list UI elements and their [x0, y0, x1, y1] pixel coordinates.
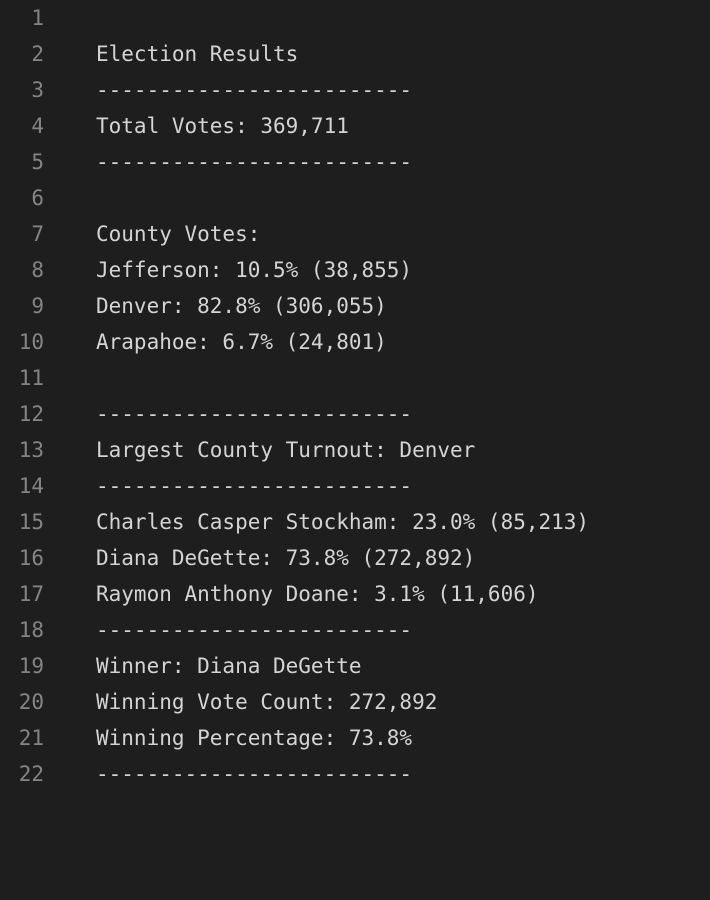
- editor-line[interactable]: 8 Jefferson: 10.5% (38,855): [0, 252, 710, 288]
- line-number: 15: [18, 510, 44, 534]
- line-text: Winner: Diana DeGette: [96, 654, 362, 678]
- line-text: Jefferson: 10.5% (38,855): [96, 258, 413, 282]
- line-text: -------------------------: [96, 402, 413, 426]
- line-text: -------------------------: [96, 474, 413, 498]
- editor-line[interactable]: 15 Charles Casper Stockham: 23.0% (85,21…: [0, 504, 710, 540]
- editor-line[interactable]: 17 Raymon Anthony Doane: 3.1% (11,606): [0, 576, 710, 612]
- line-number: 17: [18, 582, 44, 606]
- line-text: Total Votes: 369,711: [96, 114, 349, 138]
- line-number: 22: [18, 762, 44, 786]
- line-number: 1: [31, 6, 44, 30]
- line-text: Denver: 82.8% (306,055): [96, 294, 387, 318]
- line-number: 21: [18, 726, 44, 750]
- line-text: -------------------------: [96, 618, 413, 642]
- line-text: -------------------------: [96, 78, 413, 102]
- line-text: County Votes:: [96, 222, 261, 246]
- editor-line[interactable]: 19 Winner: Diana DeGette: [0, 648, 710, 684]
- line-number: 9: [31, 294, 44, 318]
- editor-line[interactable]: 6: [0, 180, 710, 216]
- line-text: Winning Vote Count: 272,892: [96, 690, 438, 714]
- editor-line[interactable]: 10 Arapahoe: 6.7% (24,801): [0, 324, 710, 360]
- editor-line[interactable]: 16 Diana DeGette: 73.8% (272,892): [0, 540, 710, 576]
- line-text: Largest County Turnout: Denver: [96, 438, 476, 462]
- editor-line[interactable]: 1: [0, 0, 710, 36]
- line-text: -------------------------: [96, 150, 413, 174]
- line-number: 12: [18, 402, 44, 426]
- editor-line[interactable]: 11: [0, 360, 710, 396]
- line-number: 10: [18, 330, 44, 354]
- line-number: 13: [18, 438, 44, 462]
- line-text: Winning Percentage: 73.8%: [96, 726, 413, 750]
- editor-line[interactable]: 2 Election Results: [0, 36, 710, 72]
- line-text: -------------------------: [96, 762, 413, 786]
- line-text: Election Results: [96, 42, 299, 66]
- line-number: 7: [31, 222, 44, 246]
- line-number: 11: [18, 366, 44, 390]
- text-editor[interactable]: 1 2 Election Results 3 -----------------…: [0, 0, 710, 792]
- line-number: 3: [31, 78, 44, 102]
- editor-line[interactable]: 7 County Votes:: [0, 216, 710, 252]
- editor-line[interactable]: 21 Winning Percentage: 73.8%: [0, 720, 710, 756]
- editor-line[interactable]: 4 Total Votes: 369,711: [0, 108, 710, 144]
- line-number: 4: [31, 114, 44, 138]
- editor-line[interactable]: 12 -------------------------: [0, 396, 710, 432]
- line-text: Raymon Anthony Doane: 3.1% (11,606): [96, 582, 539, 606]
- editor-line[interactable]: 20 Winning Vote Count: 272,892: [0, 684, 710, 720]
- line-number: 18: [18, 618, 44, 642]
- editor-line[interactable]: 9 Denver: 82.8% (306,055): [0, 288, 710, 324]
- editor-line[interactable]: 22 -------------------------: [0, 756, 710, 792]
- editor-line[interactable]: 3 -------------------------: [0, 72, 710, 108]
- editor-line[interactable]: 18 -------------------------: [0, 612, 710, 648]
- line-number: 14: [18, 474, 44, 498]
- line-number: 2: [31, 42, 44, 66]
- line-number: 5: [31, 150, 44, 174]
- line-text: Arapahoe: 6.7% (24,801): [96, 330, 387, 354]
- line-number: 6: [31, 186, 44, 210]
- editor-line[interactable]: 5 -------------------------: [0, 144, 710, 180]
- line-number: 20: [18, 690, 44, 714]
- line-text: Diana DeGette: 73.8% (272,892): [96, 546, 476, 570]
- line-number: 19: [18, 654, 44, 678]
- editor-line[interactable]: 14 -------------------------: [0, 468, 710, 504]
- editor-line[interactable]: 13 Largest County Turnout: Denver: [0, 432, 710, 468]
- line-number: 16: [18, 546, 44, 570]
- line-number: 8: [31, 258, 44, 282]
- line-text: Charles Casper Stockham: 23.0% (85,213): [96, 510, 590, 534]
